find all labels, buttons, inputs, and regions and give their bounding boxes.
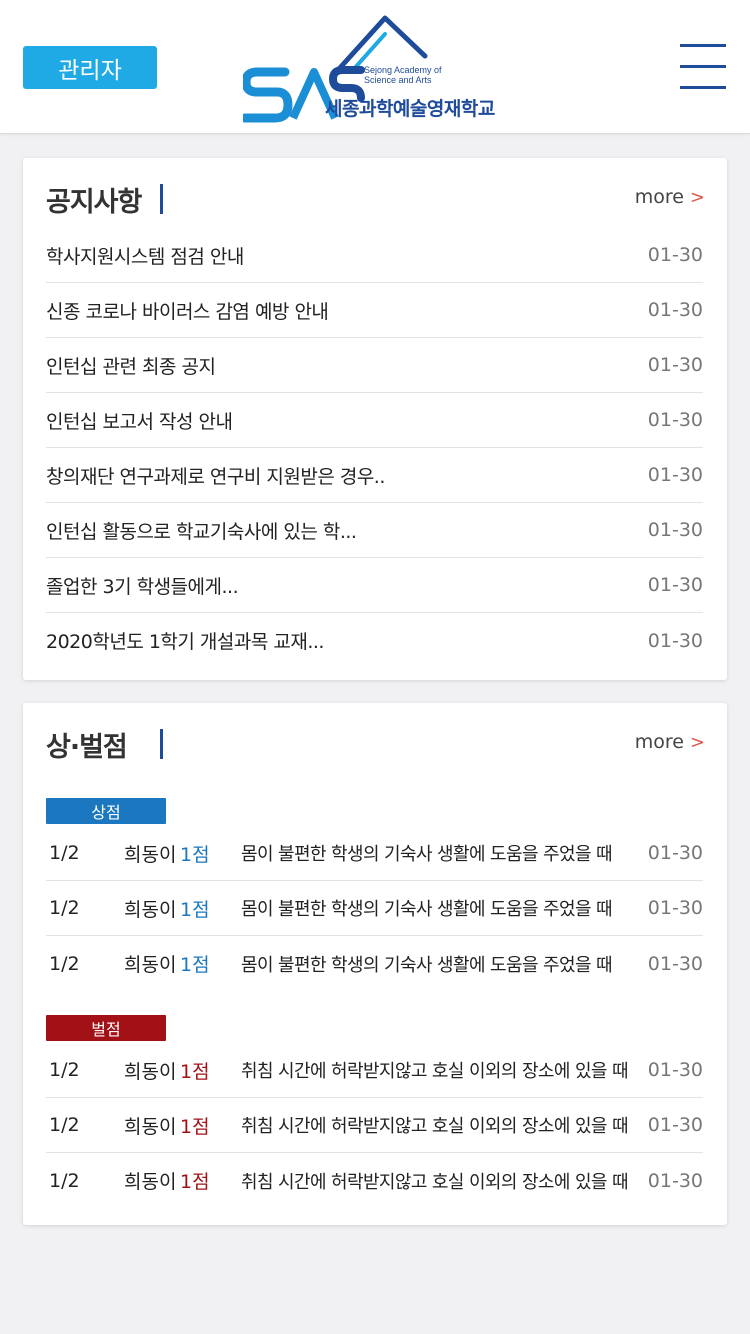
merit-date: 01-30 bbox=[647, 952, 703, 975]
notice-item[interactable]: 졸업한 3기 학생들에게... 01-30 bbox=[46, 558, 703, 613]
notice-date: 01-30 bbox=[647, 354, 703, 376]
logo-korean-name: 세종과학예술영재학교 bbox=[325, 98, 495, 120]
demerit-score: 1점 bbox=[180, 1115, 210, 1138]
student-name: 희동이 bbox=[124, 843, 177, 866]
notice-card: 공지사항 more > 학사지원시스템 점검 안내 01-30 신종 코로나 바이러… bbox=[23, 158, 727, 680]
demerit-row[interactable]: 1/2 희동이 1점 취침 시간에 허락받지않고 호실 이외의 장소에 있을 때… bbox=[46, 1043, 703, 1098]
student-name: 희동이 bbox=[124, 1171, 177, 1193]
merit-reason: 몸이 불편한 학생의 기숙사 생활에 도움을 주었을 때 bbox=[241, 899, 613, 920]
student-class: 1/2 bbox=[49, 1114, 80, 1136]
demerit-badge: 벌점 bbox=[46, 1015, 166, 1041]
demerit-date: 01-30 bbox=[647, 1169, 703, 1192]
merit-row[interactable]: 1/2 희동이 1점 몸이 불편한 학생의 기숙사 생활에 도움을 주었을 때 … bbox=[46, 936, 703, 991]
notice-list: 학사지원시스템 점검 안내 01-30 신종 코로나 바이러스 감염 예방 안내 0… bbox=[46, 228, 703, 668]
notice-date: 01-30 bbox=[647, 629, 703, 652]
student-class: 1/2 bbox=[49, 1059, 80, 1081]
school-logo[interactable]: Sejong Academy of Science and Arts 세종과학예… bbox=[243, 14, 513, 124]
notice-date: 01-30 bbox=[647, 464, 703, 486]
merit-score: 1점 bbox=[180, 898, 210, 921]
merit-row[interactable]: 1/2 희동이 1점 몸이 불편한 학생의 기숙사 생활에 도움을 주었을 때 … bbox=[46, 826, 703, 881]
notice-more-link[interactable]: more > bbox=[635, 186, 705, 208]
demerit-date: 01-30 bbox=[647, 1059, 703, 1081]
demerit-date: 01-30 bbox=[647, 1114, 703, 1136]
notice-date: 01-30 bbox=[647, 574, 703, 596]
logo-english-name: Sejong Academy of Science and Arts bbox=[364, 65, 442, 85]
demerit-row[interactable]: 1/2 희동이 1점 취침 시간에 허락받지않고 호실 이외의 장소에 있을 때… bbox=[46, 1098, 703, 1153]
notice-item[interactable]: 창의재단 연구과제로 연구비 지원받은 경우.. 01-30 bbox=[46, 448, 703, 503]
notice-item[interactable]: 2020학년도 1학기 개설과목 교재... 01-30 bbox=[46, 613, 703, 668]
merit-row[interactable]: 1/2 희동이 1점 몸이 불편한 학생의 기숙사 생활에 도움을 주었을 때 … bbox=[46, 881, 703, 936]
merit-reason: 몸이 불편한 학생의 기숙사 생활에 도움을 주었을 때 bbox=[241, 844, 613, 865]
notice-item[interactable]: 인턴십 활동으로 학교기숙사에 있는 학... 01-30 bbox=[46, 503, 703, 558]
admin-button[interactable]: 관리자 bbox=[23, 46, 157, 89]
notice-date: 01-30 bbox=[647, 409, 703, 431]
points-more-link[interactable]: more > bbox=[635, 731, 705, 753]
notice-date: 01-30 bbox=[647, 519, 703, 541]
chevron-right-icon: > bbox=[689, 187, 705, 208]
notice-title: 공지사항 bbox=[46, 187, 142, 218]
title-divider bbox=[160, 729, 163, 759]
demerit-reason: 취침 시간에 허락받지않고 호실 이외의 장소에 있을 때 bbox=[241, 1171, 629, 1193]
notice-date: 01-30 bbox=[647, 244, 703, 266]
student-name: 희동이 bbox=[124, 954, 177, 976]
points-card: 상·벌점 more > 상점 1/2 희동이 1점 몸이 불편한 학생의 기숙사 … bbox=[23, 703, 727, 1225]
merit-date: 01-30 bbox=[647, 842, 703, 864]
app-header: 관리자 Sejong Academy of Science and Arts 세… bbox=[0, 0, 750, 134]
notice-item[interactable]: 학사지원시스템 점검 안내 01-30 bbox=[46, 228, 703, 283]
points-title: 상·벌점 bbox=[46, 732, 128, 763]
student-class: 1/2 bbox=[49, 897, 80, 919]
demerit-score: 1점 bbox=[180, 1060, 210, 1083]
student-class: 1/2 bbox=[49, 952, 80, 975]
notice-date: 01-30 bbox=[647, 299, 703, 321]
demerit-reason: 취침 시간에 허락받지않고 호실 이외의 장소에 있을 때 bbox=[241, 1116, 629, 1137]
merit-date: 01-30 bbox=[647, 897, 703, 919]
merit-reason: 몸이 불편한 학생의 기숙사 생활에 도움을 주었을 때 bbox=[241, 954, 613, 976]
chevron-right-icon: > bbox=[689, 732, 705, 753]
merit-list: 1/2 희동이 1점 몸이 불편한 학생의 기숙사 생활에 도움을 주었을 때 … bbox=[46, 826, 703, 991]
demerit-score: 1점 bbox=[180, 1171, 210, 1193]
merit-score: 1점 bbox=[180, 843, 210, 866]
demerit-row[interactable]: 1/2 희동이 1점 취침 시간에 허락받지않고 호실 이외의 장소에 있을 때… bbox=[46, 1153, 703, 1208]
student-name: 희동이 bbox=[124, 1115, 177, 1138]
demerit-reason: 취침 시간에 허락받지않고 호실 이외의 장소에 있을 때 bbox=[241, 1061, 629, 1082]
notice-item[interactable]: 신종 코로나 바이러스 감염 예방 안내 01-30 bbox=[46, 283, 703, 338]
demerit-list: 1/2 희동이 1점 취침 시간에 허락받지않고 호실 이외의 장소에 있을 때… bbox=[46, 1043, 703, 1208]
hamburger-menu-icon[interactable] bbox=[680, 44, 726, 90]
notice-item[interactable]: 인턴십 보고서 작성 안내 01-30 bbox=[46, 393, 703, 448]
title-divider bbox=[160, 184, 163, 214]
student-name: 희동이 bbox=[124, 1060, 177, 1083]
merit-score: 1점 bbox=[180, 954, 210, 976]
student-class: 1/2 bbox=[49, 842, 80, 864]
merit-badge: 상점 bbox=[46, 798, 166, 824]
student-name: 희동이 bbox=[124, 898, 177, 921]
notice-item[interactable]: 인턴십 관련 최종 공지 01-30 bbox=[46, 338, 703, 393]
student-class: 1/2 bbox=[49, 1169, 80, 1192]
